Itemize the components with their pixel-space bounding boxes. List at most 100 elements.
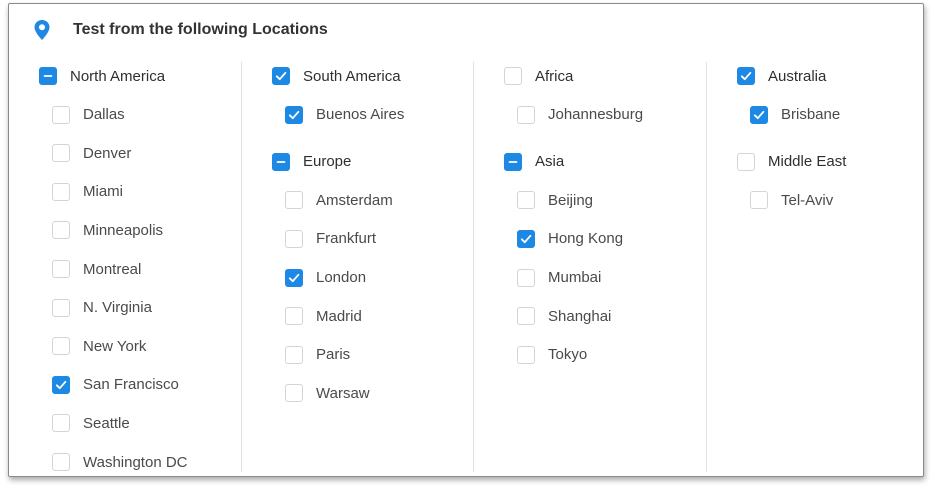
city-label: Montreal (83, 260, 142, 278)
city-label: Mumbai (548, 269, 602, 286)
city-checkbox[interactable] (285, 345, 303, 364)
city-london[interactable]: London (285, 267, 366, 289)
city-checkbox[interactable] (52, 414, 70, 433)
checkmark-icon (520, 234, 532, 243)
city-label: Tel-Aviv (781, 191, 834, 209)
indeterminate-icon (508, 160, 518, 163)
city-checkbox[interactable] (52, 144, 70, 163)
region-south-america[interactable]: South America (272, 65, 401, 87)
city-new-york[interactable]: New York (52, 335, 146, 357)
checkmark-icon (753, 110, 765, 119)
city-denver[interactable]: Denver (52, 142, 131, 164)
city-checkbox[interactable] (285, 307, 303, 326)
city-label: Buenos Aires (316, 106, 405, 124)
city-brisbane[interactable]: Brisbane (750, 104, 840, 126)
locations-panel: Test from the following Locations North … (8, 3, 924, 477)
checkmark-icon (288, 110, 300, 119)
region-checkbox[interactable] (504, 152, 522, 171)
region-checkbox[interactable] (272, 152, 290, 171)
city-label: Brisbane (781, 106, 841, 124)
city-label: Denver (83, 144, 132, 162)
city-checkbox[interactable] (517, 307, 535, 326)
location-column-4: Australia Brisbane Middle East Tel-Aviv (707, 62, 923, 472)
city-checkbox[interactable] (285, 229, 303, 248)
city-checkbox[interactable] (750, 191, 768, 210)
region-label: Asia (535, 153, 565, 171)
city-checkbox[interactable] (52, 453, 70, 471)
city-checkbox[interactable] (517, 229, 535, 248)
city-label: Paris (316, 346, 351, 364)
city-checkbox[interactable] (52, 337, 70, 356)
city-checkbox[interactable] (52, 298, 70, 317)
city-checkbox[interactable] (52, 375, 70, 394)
city-seattle[interactable]: Seattle (52, 412, 130, 434)
region-africa[interactable]: Africa (504, 65, 573, 87)
region-asia[interactable]: Asia (504, 151, 564, 173)
city-frankfurt[interactable]: Frankfurt (285, 228, 376, 250)
city-warsaw[interactable]: Warsaw (285, 382, 370, 404)
city-label: Washington DC (83, 453, 188, 471)
location-column-3: Africa Johannesburg Asia Beijing Hong Kong Mu… (474, 62, 707, 472)
location-column-1: North America Dallas Denver Miami Minneapoli… (9, 62, 242, 472)
checkmark-icon (55, 380, 67, 389)
city-checkbox[interactable] (52, 260, 70, 278)
region-australia[interactable]: Australia (737, 65, 826, 87)
city-n-virginia[interactable]: N. Virginia (52, 297, 152, 319)
region-checkbox[interactable] (504, 67, 522, 85)
city-label: Hong Kong (548, 230, 624, 248)
city-label: Shanghai (548, 307, 612, 325)
city-tokyo[interactable]: Tokyo (517, 344, 587, 366)
region-north-america[interactable]: North America (39, 65, 165, 87)
city-label: Beijing (548, 191, 594, 209)
indeterminate-icon (276, 160, 286, 163)
city-checkbox[interactable] (517, 268, 535, 287)
city-label: Frankfurt (316, 230, 377, 248)
city-shanghai[interactable]: Shanghai (517, 305, 611, 327)
city-buenos-aires[interactable]: Buenos Aires (285, 104, 404, 126)
city-checkbox[interactable] (52, 221, 70, 240)
city-checkbox[interactable] (285, 384, 303, 403)
city-checkbox[interactable] (750, 105, 768, 124)
city-label: Dallas (83, 106, 125, 124)
city-madrid[interactable]: Madrid (285, 305, 362, 327)
checkmark-icon (275, 71, 287, 81)
region-europe[interactable]: Europe (272, 151, 351, 173)
city-washington-dc[interactable]: Washington DC (52, 451, 188, 473)
city-label: Madrid (316, 307, 362, 325)
city-label: Amsterdam (316, 191, 393, 209)
panel-title: Test from the following Locations (73, 21, 328, 38)
city-san-francisco[interactable]: San Francisco (52, 374, 179, 396)
region-checkbox[interactable] (737, 152, 755, 171)
city-dallas[interactable]: Dallas (52, 104, 125, 126)
city-checkbox[interactable] (517, 345, 535, 364)
city-checkbox[interactable] (285, 191, 303, 210)
region-label: Middle East (768, 153, 847, 171)
city-hong-kong[interactable]: Hong Kong (517, 228, 623, 250)
city-montreal[interactable]: Montreal (52, 258, 141, 280)
region-checkbox[interactable] (737, 67, 755, 85)
city-minneapolis[interactable]: Minneapolis (52, 219, 163, 241)
region-middle-east[interactable]: Middle East (737, 151, 846, 173)
city-checkbox[interactable] (285, 268, 303, 287)
checkmark-icon (740, 71, 752, 81)
city-label: Miami (83, 183, 123, 201)
region-label: South America (303, 67, 401, 85)
city-checkbox[interactable] (517, 105, 535, 124)
city-miami[interactable]: Miami (52, 181, 123, 203)
region-label: Europe (303, 153, 352, 171)
region-checkbox[interactable] (39, 67, 57, 85)
region-label: Australia (768, 67, 827, 85)
region-checkbox[interactable] (272, 67, 290, 85)
city-beijing[interactable]: Beijing (517, 189, 593, 211)
city-paris[interactable]: Paris (285, 344, 350, 366)
city-mumbai[interactable]: Mumbai (517, 267, 601, 289)
indeterminate-icon (43, 75, 53, 77)
city-checkbox[interactable] (52, 182, 70, 201)
city-checkbox[interactable] (285, 105, 303, 124)
city-amsterdam[interactable]: Amsterdam (285, 189, 393, 211)
city-tel-aviv[interactable]: Tel-Aviv (750, 189, 833, 211)
city-checkbox[interactable] (52, 105, 70, 124)
region-label: Africa (535, 67, 574, 85)
city-checkbox[interactable] (517, 191, 535, 210)
city-johannesburg[interactable]: Johannesburg (517, 104, 643, 126)
